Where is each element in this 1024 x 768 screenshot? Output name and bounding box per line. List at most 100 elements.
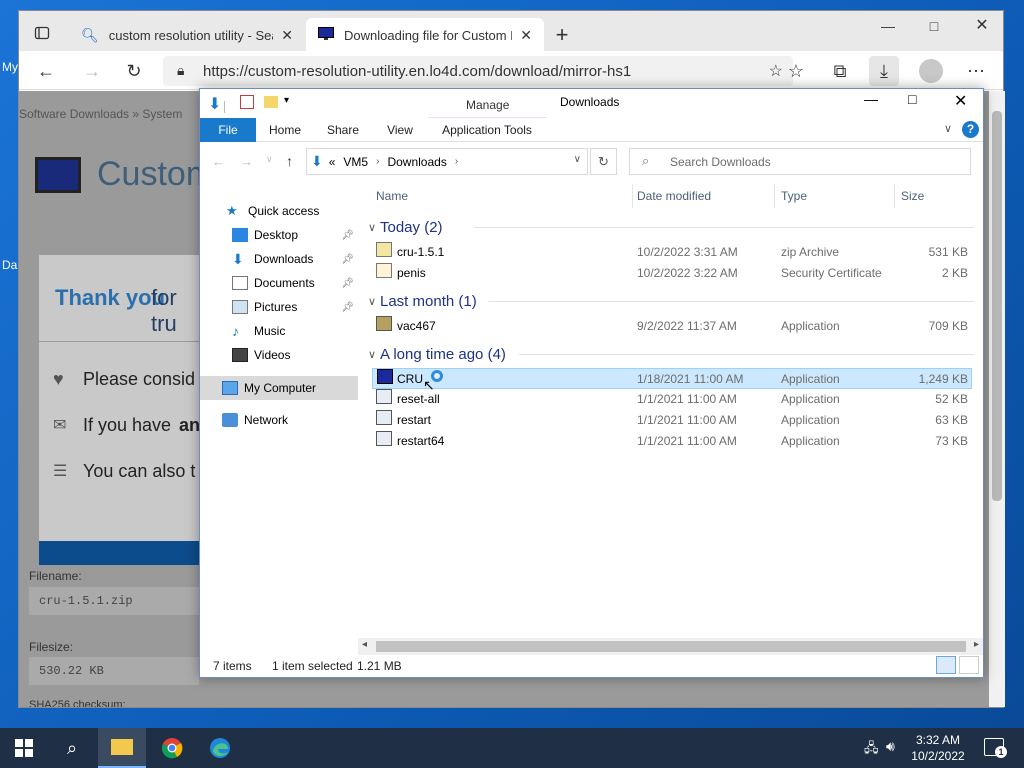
close-window-icon[interactable]: ✕ (954, 91, 967, 111)
tab-application-tools[interactable]: Application Tools (432, 118, 542, 142)
tab-home[interactable]: Home (264, 118, 306, 142)
group-header-today[interactable]: ∨ Today (2) (364, 216, 443, 238)
star-icon: ★ (226, 203, 238, 218)
path-segment-downloads[interactable]: Downloads (387, 155, 446, 169)
column-separator[interactable] (774, 184, 775, 208)
quick-access-download-icon[interactable]: ⬇ (208, 94, 221, 114)
chrome-taskbar-button[interactable] (148, 728, 196, 768)
avatar[interactable] (919, 59, 943, 83)
file-explorer-taskbar-button[interactable] (98, 728, 146, 768)
minimize-icon[interactable]: — (873, 11, 903, 41)
tab-view[interactable]: View (378, 118, 422, 142)
customize-toolbar-icon[interactable]: ▾ (284, 95, 289, 106)
sidebar-item-documents[interactable]: Documents 📌︎ (200, 271, 358, 295)
file-name: penis (397, 266, 426, 280)
sidebar-item-network[interactable]: Network (200, 408, 358, 432)
sidebar-item-downloads[interactable]: ⬇ Downloads 📌︎ (200, 247, 358, 271)
table-row[interactable]: cru-1.5.1 10/2/2022 3:31 AM zip Archive … (372, 242, 972, 263)
new-tab-button[interactable]: + (547, 20, 577, 50)
sidebar-item-music[interactable]: ♪ Music (200, 319, 358, 343)
table-row[interactable]: restart64 1/1/2021 11:00 AM Application … (372, 431, 972, 452)
table-row[interactable]: reset-all 1/1/2021 11:00 AM Application … (372, 389, 972, 410)
pin-icon[interactable]: 📌︎ (341, 254, 354, 265)
minimize-icon[interactable]: — (864, 91, 878, 107)
chevron-down-icon[interactable]: ∨ (364, 295, 380, 308)
pin-icon[interactable]: 📌︎ (341, 278, 354, 289)
close-window-icon[interactable]: ✕ (967, 11, 997, 41)
refresh-icon[interactable]: ↻ (119, 56, 149, 86)
path-segment-vm5[interactable]: VM5 (343, 155, 368, 169)
chevron-down-icon[interactable]: ∨ (364, 221, 380, 234)
scroll-thumb[interactable] (376, 641, 966, 652)
recent-locations-icon[interactable]: ∨ (266, 154, 273, 165)
sidebar-item-my-computer[interactable]: My Computer (200, 376, 358, 400)
table-row[interactable]: vac467 9/2/2022 11:37 AM Application 709… (372, 316, 972, 337)
page-scrollbar[interactable] (989, 91, 1005, 707)
column-header-name[interactable]: Name (376, 184, 408, 208)
folder-icon[interactable] (264, 96, 278, 108)
pin-icon[interactable]: 📌︎ (341, 302, 354, 313)
sidebar-item-label: Quick access (248, 204, 320, 218)
column-header-type[interactable]: Type (781, 184, 807, 208)
horizontal-scrollbar[interactable]: ◂ ▸ (358, 638, 983, 655)
tab-search[interactable]: 🔍︎ custom resolution utility - Search ✕ (69, 18, 305, 52)
maximize-icon[interactable]: □ (908, 91, 916, 107)
chevron-down-icon[interactable]: ∨ (364, 348, 380, 361)
address-path[interactable]: ⬇ « VM5 › Downloads › ∨ (306, 148, 588, 175)
back-icon[interactable]: ← (31, 56, 61, 86)
column-header-size[interactable]: Size (901, 184, 924, 208)
manage-label[interactable]: Manage (466, 98, 509, 112)
close-icon[interactable]: ✕ (520, 27, 532, 44)
tab-actions-icon[interactable] (27, 20, 57, 50)
refresh-button[interactable]: ↻ (590, 148, 617, 175)
volume-icon[interactable]: 🔊︎ (886, 738, 895, 755)
tab-file[interactable]: File (200, 118, 256, 142)
collections-icon[interactable]: ⧉ (825, 56, 855, 86)
large-icons-view-icon[interactable] (959, 656, 979, 674)
group-header-long-ago[interactable]: ∨ A long time ago (4) (364, 343, 506, 365)
maximize-icon[interactable]: □ (919, 11, 949, 41)
details-view-icon[interactable] (936, 656, 956, 674)
scroll-thumb[interactable] (992, 111, 1002, 501)
network-icon[interactable]: 🖧︎ (864, 739, 879, 761)
clock[interactable]: 3:32 AM 10/2/2022 (906, 732, 970, 764)
edge-taskbar-button[interactable] (196, 728, 244, 768)
table-row-selected[interactable]: CRU ↖ 1/18/2021 11:00 AM Application 1,2… (372, 368, 972, 393)
sidebar-item-pictures[interactable]: Pictures 📌︎ (200, 295, 358, 319)
table-row[interactable]: penis 10/2/2022 3:22 AM Security Certifi… (372, 263, 972, 284)
start-button[interactable] (0, 728, 48, 768)
favorites-icon[interactable]: ☆ (781, 56, 811, 86)
also-text: You can also t (83, 461, 196, 481)
expand-ribbon-icon[interactable]: ∨ (944, 122, 952, 135)
forward-icon[interactable]: → (240, 154, 253, 169)
url-field[interactable]: 🔒︎ https://custom-resolution-utility.en.… (163, 56, 793, 86)
scroll-right-icon[interactable]: ▸ (974, 639, 979, 650)
download-icon[interactable]: ⤓ (869, 56, 899, 86)
column-separator[interactable] (894, 184, 895, 208)
sidebar-item-quick-access[interactable]: ★ Quick access (200, 199, 358, 223)
sidebar-item-videos[interactable]: Videos (200, 343, 358, 367)
up-icon[interactable]: ↑ (286, 153, 293, 169)
notifications-icon[interactable]: 1 (984, 738, 1007, 758)
close-icon[interactable]: ✕ (281, 27, 293, 44)
chevron-down-icon[interactable]: ∨ (574, 154, 581, 165)
properties-icon[interactable] (240, 95, 254, 109)
help-icon[interactable]: ? (962, 121, 979, 138)
column-separator[interactable] (632, 184, 633, 208)
chevron-right-icon[interactable]: › (376, 156, 379, 167)
back-icon[interactable]: ← (212, 154, 225, 169)
search-input[interactable]: ⌕ Search Downloads (629, 148, 971, 175)
more-icon[interactable]: ⋯ (961, 56, 991, 86)
path-prefix[interactable]: « (329, 155, 336, 169)
scroll-left-icon[interactable]: ◂ (362, 639, 367, 650)
tab-share[interactable]: Share (320, 118, 366, 142)
group-header-last-month[interactable]: ∨ Last month (1) (364, 290, 477, 312)
sidebar-item-desktop[interactable]: Desktop 📌︎ (200, 223, 358, 247)
chevron-right-icon[interactable]: › (455, 156, 458, 167)
tab-download[interactable]: Downloading file for Custom Res ✕ (306, 18, 544, 52)
search-icon[interactable]: ⌕ (48, 728, 96, 768)
column-header-date[interactable]: Date modified (637, 184, 711, 208)
pin-icon[interactable]: 📌︎ (341, 230, 354, 241)
table-row[interactable]: restart 1/1/2021 11:00 AM Application 63… (372, 410, 972, 431)
forward-icon[interactable]: → (77, 56, 107, 86)
